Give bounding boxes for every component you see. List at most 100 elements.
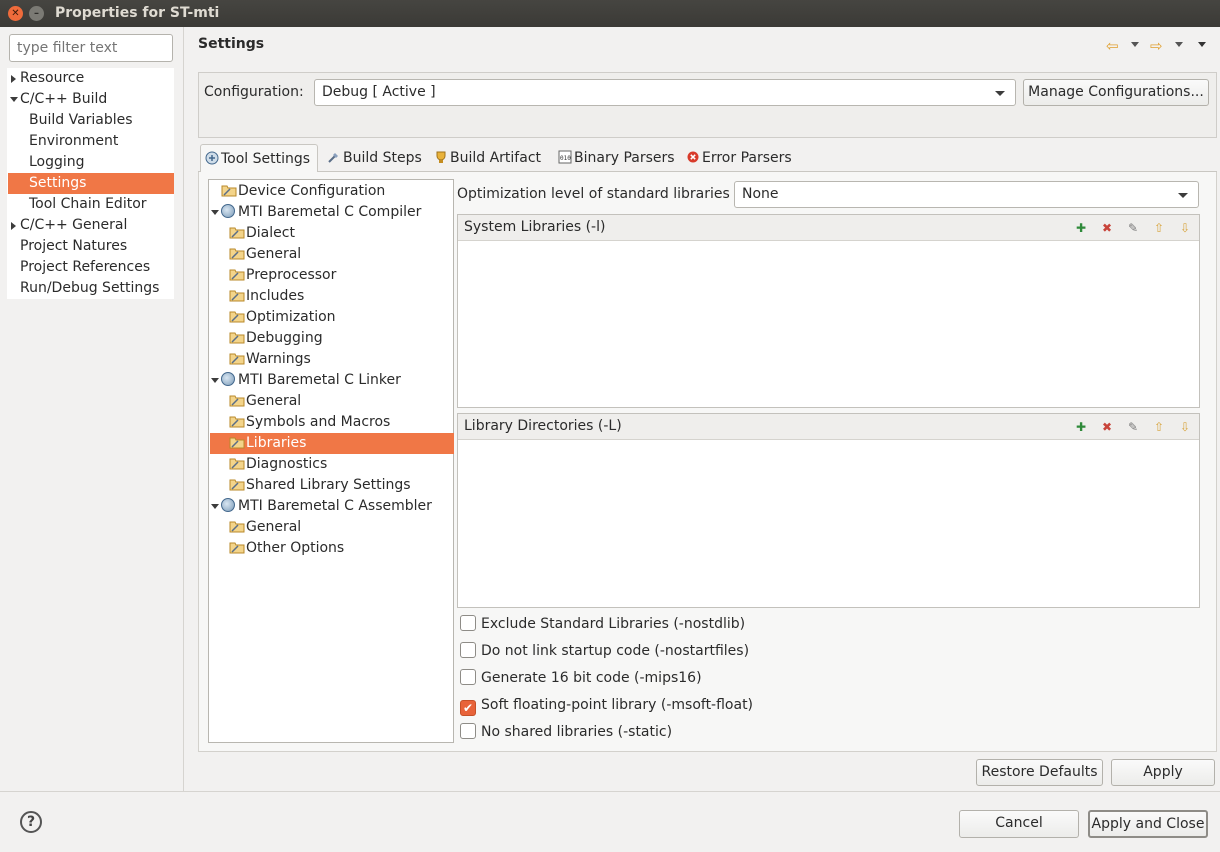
- folder-options-icon: [229, 479, 245, 491]
- checkbox-nostdlib[interactable]: Exclude Standard Libraries (-nostdlib): [460, 615, 745, 633]
- folder-options-icon: [229, 353, 245, 365]
- configuration-select[interactable]: Debug [ Active ]: [314, 79, 1016, 106]
- move-down-icon[interactable]: ⇩: [1177, 419, 1193, 435]
- edit-icon[interactable]: ✎: [1125, 419, 1141, 435]
- tree-item-dialect[interactable]: Dialect: [229, 223, 295, 244]
- back-dropdown-icon[interactable]: [1131, 42, 1139, 47]
- view-menu-icon[interactable]: [1198, 42, 1206, 47]
- folder-options-icon: [229, 437, 245, 449]
- delete-icon[interactable]: ✖: [1099, 419, 1115, 435]
- tree-item-includes[interactable]: Includes: [229, 286, 304, 307]
- folder-options-icon: [229, 542, 245, 554]
- forward-arrow-icon[interactable]: ⇨: [1150, 39, 1163, 54]
- expand-arrow-icon[interactable]: [11, 222, 16, 230]
- configuration-label: Configuration:: [204, 84, 304, 100]
- nav-item-project-references[interactable]: Project References: [8, 257, 174, 278]
- optimization-level-select[interactable]: None: [734, 181, 1199, 208]
- nav-item-project-natures[interactable]: Project Natures: [8, 236, 174, 257]
- configuration-value: Debug [ Active ]: [322, 84, 436, 100]
- move-up-icon[interactable]: ⇧: [1151, 220, 1167, 236]
- checkbox-box[interactable]: [460, 723, 476, 739]
- library-directories-list[interactable]: Library Directories (-L) ✚ ✖ ✎ ⇧ ⇩: [457, 413, 1200, 608]
- manage-configurations-button[interactable]: Manage Configurations...: [1023, 79, 1209, 106]
- optimization-level-value: None: [742, 186, 779, 202]
- folder-options-icon: [229, 248, 245, 260]
- collapse-arrow-icon[interactable]: [10, 97, 18, 102]
- checkbox-box[interactable]: [460, 642, 476, 658]
- tool-settings-tree: Device Configuration MTI Baremetal C Com…: [208, 179, 454, 743]
- nav-item-settings[interactable]: Settings: [8, 173, 174, 194]
- page-title: Settings: [198, 36, 265, 52]
- checkbox-box[interactable]: [460, 669, 476, 685]
- folder-options-icon: [229, 416, 245, 428]
- close-window-button[interactable]: ✕: [8, 6, 23, 21]
- back-arrow-icon[interactable]: ⇦: [1106, 39, 1119, 54]
- apply-button[interactable]: Apply: [1111, 759, 1215, 786]
- tree-item-assembler-general[interactable]: General: [229, 517, 301, 538]
- checkbox-box[interactable]: [460, 615, 476, 631]
- system-libraries-list[interactable]: System Libraries (-l) ✚ ✖ ✎ ⇧ ⇩: [457, 214, 1200, 408]
- checkbox-msoft-float[interactable]: ✔ Soft floating-point library (-msoft-flo…: [460, 696, 753, 716]
- filter-input[interactable]: [9, 34, 173, 62]
- build-artifact-icon: [436, 151, 446, 163]
- tree-item-linker-general[interactable]: General: [229, 391, 301, 412]
- nav-item-cpp-build[interactable]: C/C++ Build: [8, 89, 174, 110]
- tree-item-other-options[interactable]: Other Options: [229, 538, 344, 559]
- cancel-button[interactable]: Cancel: [959, 810, 1079, 838]
- nav-item-resource[interactable]: Resource: [8, 68, 174, 89]
- forward-dropdown-icon[interactable]: [1175, 42, 1183, 47]
- folder-options-icon: [229, 395, 245, 407]
- system-libraries-header: System Libraries (-l) ✚ ✖ ✎ ⇧ ⇩: [458, 215, 1199, 241]
- nav-item-environment[interactable]: Environment: [8, 131, 174, 152]
- collapse-arrow-icon[interactable]: [211, 504, 219, 509]
- build-steps-icon: [328, 153, 338, 163]
- nav-item-tool-chain-editor[interactable]: Tool Chain Editor: [8, 194, 174, 215]
- move-down-icon[interactable]: ⇩: [1177, 220, 1193, 236]
- edit-icon[interactable]: ✎: [1125, 220, 1141, 236]
- add-icon[interactable]: ✚: [1073, 220, 1089, 236]
- title-bar: ✕ – Properties for ST-mti: [0, 0, 1220, 27]
- tree-item-symbols-and-macros[interactable]: Symbols and Macros: [229, 412, 390, 433]
- tool-icon: [221, 204, 235, 218]
- collapse-arrow-icon[interactable]: [211, 210, 219, 215]
- folder-options-icon: [229, 311, 245, 323]
- expand-arrow-icon[interactable]: [11, 75, 16, 83]
- tab-error-parsers[interactable]: Error Parsers: [682, 144, 794, 172]
- tree-item-optimization[interactable]: Optimization: [229, 307, 336, 328]
- tree-item-preprocessor[interactable]: Preprocessor: [229, 265, 336, 286]
- tab-binary-parsers[interactable]: 010 Binary Parsers: [554, 144, 675, 172]
- window-title: Properties for ST-mti: [55, 5, 220, 21]
- tree-item-debugging[interactable]: Debugging: [229, 328, 323, 349]
- tree-item-device-configuration[interactable]: Device Configuration: [221, 181, 385, 202]
- nav-item-logging[interactable]: Logging: [8, 152, 174, 173]
- nav-item-cpp-general[interactable]: C/C++ General: [8, 215, 174, 236]
- checkbox-mips16[interactable]: Generate 16 bit code (-mips16): [460, 669, 702, 687]
- checkmark-icon[interactable]: ✔: [460, 700, 476, 716]
- nav-item-build-variables[interactable]: Build Variables: [8, 110, 174, 131]
- minimize-window-button[interactable]: –: [29, 6, 44, 21]
- tool-icon: [221, 498, 235, 512]
- tree-item-general[interactable]: General: [229, 244, 301, 265]
- dropdown-arrow-icon: [1178, 193, 1188, 198]
- collapse-arrow-icon[interactable]: [211, 378, 219, 383]
- help-icon[interactable]: ?: [20, 811, 42, 833]
- restore-defaults-button[interactable]: Restore Defaults: [976, 759, 1103, 786]
- checkbox-static[interactable]: No shared libraries (-static): [460, 723, 672, 741]
- tab-tool-settings[interactable]: Tool Settings: [200, 144, 318, 172]
- move-up-icon[interactable]: ⇧: [1151, 419, 1167, 435]
- tree-item-warnings[interactable]: Warnings: [229, 349, 311, 370]
- tree-item-shared-library-settings[interactable]: Shared Library Settings: [229, 475, 411, 496]
- folder-options-icon: [229, 458, 245, 470]
- add-icon[interactable]: ✚: [1073, 419, 1089, 435]
- property-page-tree: Resource C/C++ Build Build Variables Env…: [7, 68, 174, 299]
- nav-item-run-debug-settings[interactable]: Run/Debug Settings: [8, 278, 174, 299]
- tab-build-artifact[interactable]: Build Artifact: [430, 144, 548, 172]
- apply-and-close-button[interactable]: Apply and Close: [1088, 810, 1208, 838]
- delete-icon[interactable]: ✖: [1099, 220, 1115, 236]
- binary-parsers-icon: 010: [558, 150, 572, 164]
- tree-item-libraries[interactable]: Libraries: [210, 433, 454, 454]
- error-parsers-icon: [687, 151, 699, 163]
- checkbox-nostartfiles[interactable]: Do not link startup code (-nostartfiles): [460, 642, 749, 660]
- tab-build-steps[interactable]: Build Steps: [323, 144, 423, 172]
- tree-item-diagnostics[interactable]: Diagnostics: [229, 454, 327, 475]
